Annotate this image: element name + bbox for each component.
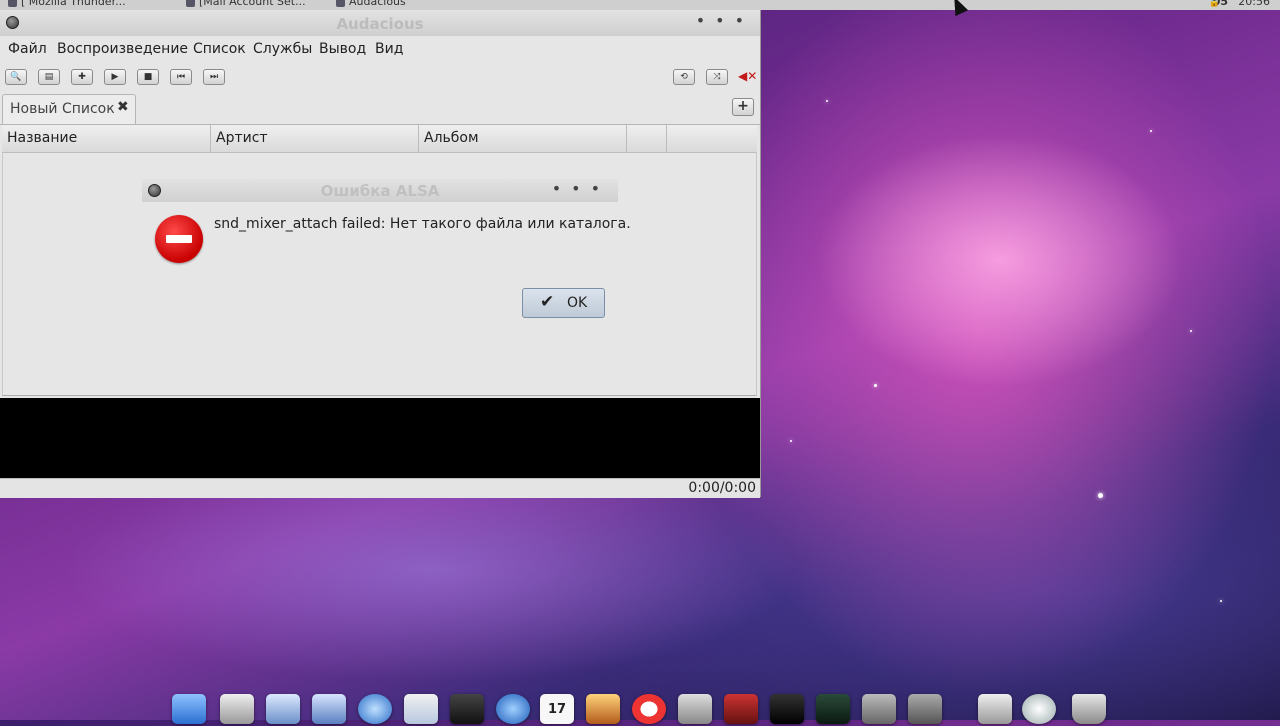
previous-button[interactable]: ⏮ xyxy=(170,69,192,85)
toolbar: 🔍 ▤ ✚ ▶ ■ ⏮ ⏭ ⟲ ⤨ ◀✕ xyxy=(0,66,760,90)
stop-icon: ■ xyxy=(143,72,153,82)
background-star xyxy=(1098,493,1103,498)
error-stop-icon xyxy=(155,215,203,263)
mute-icon[interactable]: ◀✕ xyxy=(738,69,757,83)
status-bar: 0:00/0:00 xyxy=(0,478,760,498)
column-header-title[interactable]: Название xyxy=(2,125,211,152)
column-header-album[interactable]: Альбом xyxy=(419,125,627,152)
menu-view[interactable]: Вид xyxy=(375,41,403,57)
playlist-tabbar: Новый Список ✖ + xyxy=(0,94,760,125)
clock[interactable]: 20:56 xyxy=(1238,0,1270,8)
column-header-extra[interactable] xyxy=(627,125,667,152)
dialog-titlebar[interactable]: Ошибка ALSA ••• xyxy=(142,179,618,202)
column-header-extra[interactable] xyxy=(667,125,757,152)
playback-time: 0:00/0:00 xyxy=(688,480,756,496)
next-icon: ⏭ xyxy=(209,72,219,82)
open-icon: ▤ xyxy=(44,72,54,82)
background-star xyxy=(874,384,877,387)
menu-services[interactable]: Службы xyxy=(253,41,312,57)
menu-playlist[interactable]: Список xyxy=(193,41,246,57)
top-panel: [ Mozilla Thunder... [Mail Account Set..… xyxy=(0,0,1280,10)
taskbar-item-thunderbird[interactable]: [ Mozilla Thunder... xyxy=(8,0,126,8)
dialog-title: Ошибка ALSA xyxy=(320,182,440,200)
previous-icon: ⏮ xyxy=(176,72,186,82)
background-star xyxy=(1220,600,1222,602)
lock-icon[interactable]: 🔒 xyxy=(1209,0,1220,8)
menu-file[interactable]: Файл xyxy=(8,41,47,57)
stop-button[interactable]: ■ xyxy=(137,69,159,85)
play-icon: ▶ xyxy=(111,72,119,82)
alsa-error-dialog: Ошибка ALSA ••• snd_mixer_attach failed:… xyxy=(142,179,631,391)
menubar: Файл Воспроизведение Список Службы Вывод… xyxy=(0,37,760,61)
checkmark-icon: ✔ xyxy=(540,292,555,312)
search-icon: 🔍 xyxy=(10,72,22,82)
taskbar-item-mail-account[interactable]: [Mail Account Set... xyxy=(186,0,306,8)
calendar-day: 17 xyxy=(547,702,567,717)
add-icon: ✚ xyxy=(78,72,86,82)
add-button[interactable]: ✚ xyxy=(71,69,93,85)
window-title: Audacious xyxy=(336,15,424,33)
audacious-icon xyxy=(336,0,345,7)
play-button[interactable]: ▶ xyxy=(104,69,126,85)
thunderbird-icon xyxy=(8,0,17,7)
window-titlebar[interactable]: Audacious ••• xyxy=(0,10,760,36)
error-message: snd_mixer_attach failed: Нет такого файл… xyxy=(214,216,631,232)
playlist-column-headers: Название Артист Альбом xyxy=(2,125,757,153)
shuffle-button[interactable]: ⤨ xyxy=(706,69,728,85)
menu-output[interactable]: Вывод xyxy=(319,41,366,57)
menu-playback[interactable]: Воспроизведение xyxy=(57,41,188,57)
taskbar-item-audacious[interactable]: Audacious xyxy=(336,0,406,8)
tab-new-playlist[interactable]: Новый Список ✖ xyxy=(2,94,136,124)
add-playlist-button[interactable]: + xyxy=(732,98,754,116)
background-star xyxy=(1190,330,1192,332)
shuffle-icon: ⤨ xyxy=(713,72,721,82)
window-controls[interactable]: ••• xyxy=(696,11,754,30)
background-star xyxy=(1150,130,1152,132)
tab-close-icon[interactable]: ✖ xyxy=(117,99,129,115)
background-star xyxy=(826,100,828,102)
repeat-icon: ⟲ xyxy=(680,72,688,82)
repeat-button[interactable]: ⟲ xyxy=(673,69,695,85)
ok-label: OK xyxy=(567,295,588,311)
search-button[interactable]: 🔍 xyxy=(5,69,27,85)
column-header-artist[interactable]: Артист xyxy=(211,125,419,152)
dialog-window-controls[interactable]: ••• xyxy=(552,179,610,198)
tab-label: Новый Список xyxy=(10,101,115,117)
ok-button[interactable]: ✔ OK xyxy=(522,288,605,318)
dock: 17 xyxy=(172,694,1110,724)
open-button[interactable]: ▤ xyxy=(38,69,60,85)
next-button[interactable]: ⏭ xyxy=(203,69,225,85)
mail-icon xyxy=(186,0,195,7)
visualization-area xyxy=(0,398,760,478)
background-star xyxy=(790,440,792,442)
